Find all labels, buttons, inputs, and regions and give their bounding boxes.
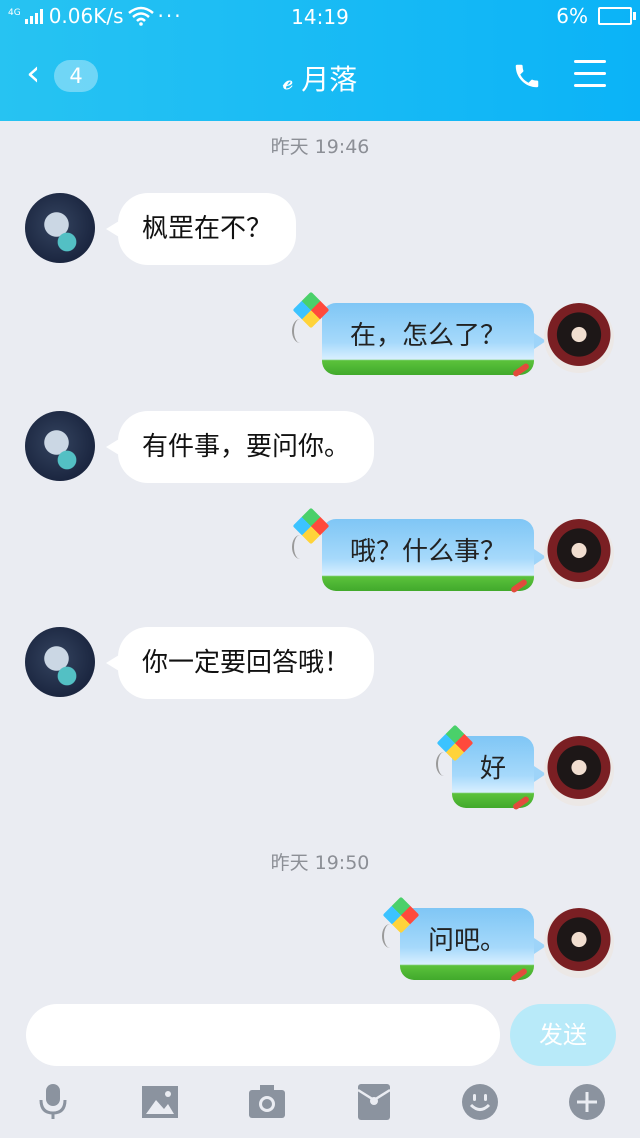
input-bar: 发送	[0, 988, 640, 1138]
my-avatar[interactable]	[544, 303, 614, 373]
contact-name: 月落	[301, 63, 358, 96]
incoming-message-bubble[interactable]: 枫罡在不？	[105, 193, 297, 265]
outgoing-message-bubble[interactable]: 哦？什么事？	[321, 519, 534, 591]
status-right: 6%	[556, 4, 636, 28]
my-avatar[interactable]	[544, 736, 614, 806]
ear-icon[interactable]: 𝓮	[283, 67, 294, 95]
battery-percent: 6%	[556, 4, 588, 28]
menu-icon[interactable]	[574, 60, 606, 90]
microphone-icon[interactable]	[33, 1082, 73, 1122]
incoming-message-bubble[interactable]: 你一定要回答哦！	[105, 627, 375, 699]
contact-avatar[interactable]	[25, 193, 95, 263]
chat-title: 𝓮 月落	[0, 58, 640, 98]
chat-timestamp: 昨天 19:50	[270, 852, 370, 874]
status-time: 14:19	[291, 5, 349, 29]
nav-bar: ‹ 4 𝓮 月落	[0, 42, 640, 112]
message-input[interactable]	[26, 1004, 500, 1066]
chat-timestamp: 昨天 19:46	[270, 136, 370, 158]
outgoing-message-bubble[interactable]: 在，怎么了？	[321, 303, 534, 375]
input-toolbar	[0, 1082, 640, 1126]
kite-tail-decoration	[292, 535, 308, 559]
status-bar: 4G 0.06K/s ··· 14:19 6%	[0, 0, 640, 34]
contact-avatar[interactable]	[25, 411, 95, 481]
battery-icon	[598, 7, 636, 25]
image-icon[interactable]	[140, 1082, 180, 1122]
app-header: 4G 0.06K/s ··· 14:19 6% ‹ 4 𝓮 月落	[0, 0, 640, 121]
incoming-message-bubble[interactable]: 有件事，要问你。	[105, 411, 375, 483]
kite-tail-decoration	[292, 319, 308, 343]
camera-icon[interactable]	[247, 1082, 287, 1122]
kite-tail-decoration	[436, 752, 452, 776]
contact-avatar[interactable]	[25, 627, 95, 697]
emoji-icon[interactable]	[460, 1082, 500, 1122]
my-avatar[interactable]	[544, 908, 614, 978]
red-packet-icon[interactable]	[354, 1082, 394, 1122]
phone-call-icon[interactable]	[512, 60, 542, 92]
kite-tail-decoration	[382, 924, 398, 948]
my-avatar[interactable]	[544, 519, 614, 589]
plus-icon[interactable]	[567, 1082, 607, 1122]
outgoing-message-bubble[interactable]: 问吧。	[399, 908, 534, 980]
send-button[interactable]: 发送	[510, 1004, 616, 1066]
